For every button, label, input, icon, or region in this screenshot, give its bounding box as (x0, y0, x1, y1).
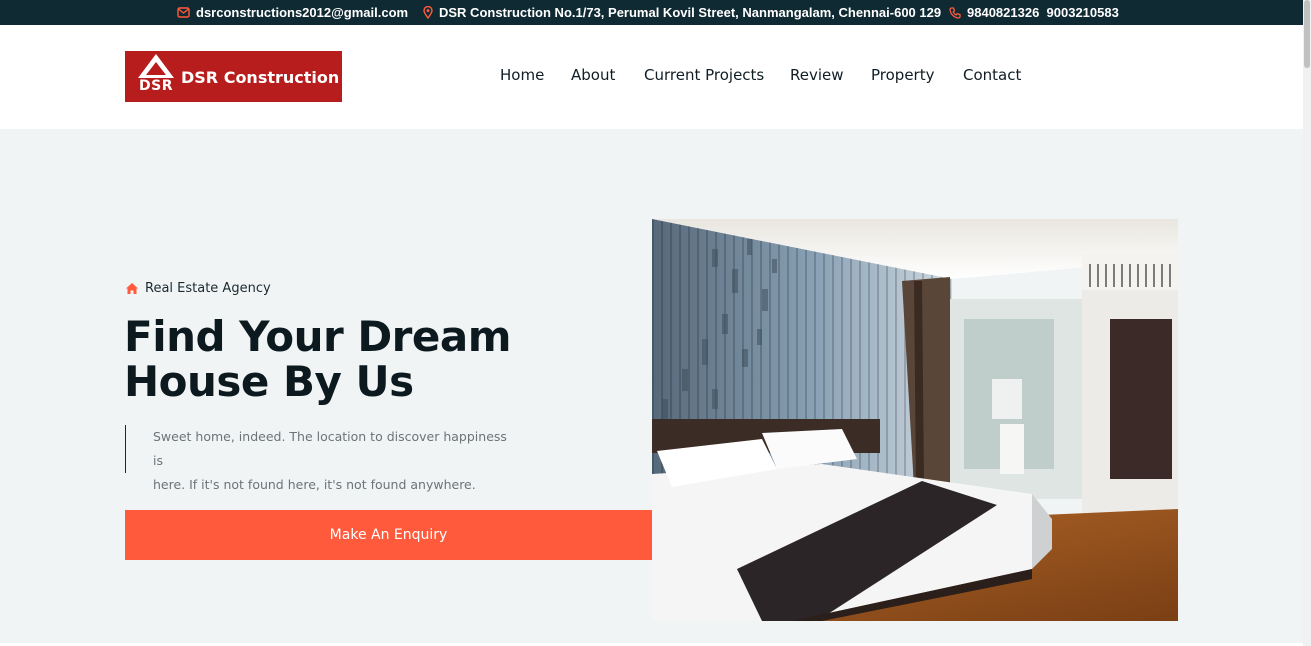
hero-bedroom-image (652, 219, 1178, 621)
hero-title-line-1: Find Your Dream (124, 312, 512, 361)
hero-description-line-2: here. If it's not found here, it's not f… (153, 477, 476, 492)
location-pin-icon (423, 6, 433, 19)
nav-home[interactable]: Home (500, 66, 544, 84)
nav-contact[interactable]: Contact (963, 66, 1021, 84)
phone-text[interactable]: 9840821326 9003210583 (967, 5, 1119, 20)
hero-title: Find Your Dream House By Us (124, 314, 644, 404)
phone-contact[interactable]: 9840821326 9003210583 (949, 5, 1119, 20)
logo-brand-text: DSR Construction (181, 68, 340, 87)
nav-property[interactable]: Property (871, 66, 934, 84)
email-text[interactable]: dsrconstructions2012@gmail.com (196, 5, 408, 20)
hero-description: Sweet home, indeed. The location to disc… (125, 425, 515, 492)
site-header: DSR DSR Construction Home About Current … (0, 25, 1303, 129)
hero-description-line-1: Sweet home, indeed. The location to disc… (153, 429, 507, 468)
hero-title-line-2: House By Us (124, 357, 414, 406)
page-scrollbar[interactable] (1303, 0, 1311, 646)
nav-review[interactable]: Review (790, 66, 844, 84)
home-icon (125, 282, 139, 295)
address-contact: DSR Construction No.1/73, Perumal Kovil … (423, 5, 941, 20)
eyebrow-text: Real Estate Agency (145, 281, 271, 296)
scrollbar-thumb[interactable] (1304, 0, 1310, 68)
dsr-logo[interactable]: DSR DSR Construction (125, 51, 342, 102)
nav-about[interactable]: About (571, 66, 615, 84)
mail-icon (177, 7, 190, 18)
logo-mark-text: DSR (139, 78, 173, 94)
make-enquiry-button[interactable]: Make An Enquiry (125, 510, 652, 560)
hero-eyebrow: Real Estate Agency (125, 281, 271, 296)
hero-section: Real Estate Agency Find Your Dream House… (0, 129, 1303, 643)
top-contact-bar: dsrconstructions2012@gmail.com DSR Const… (0, 0, 1303, 25)
phone-icon (949, 6, 961, 19)
nav-current-projects[interactable]: Current Projects (644, 66, 764, 84)
address-text: DSR Construction No.1/73, Perumal Kovil … (439, 5, 942, 20)
email-contact[interactable]: dsrconstructions2012@gmail.com (177, 5, 408, 20)
